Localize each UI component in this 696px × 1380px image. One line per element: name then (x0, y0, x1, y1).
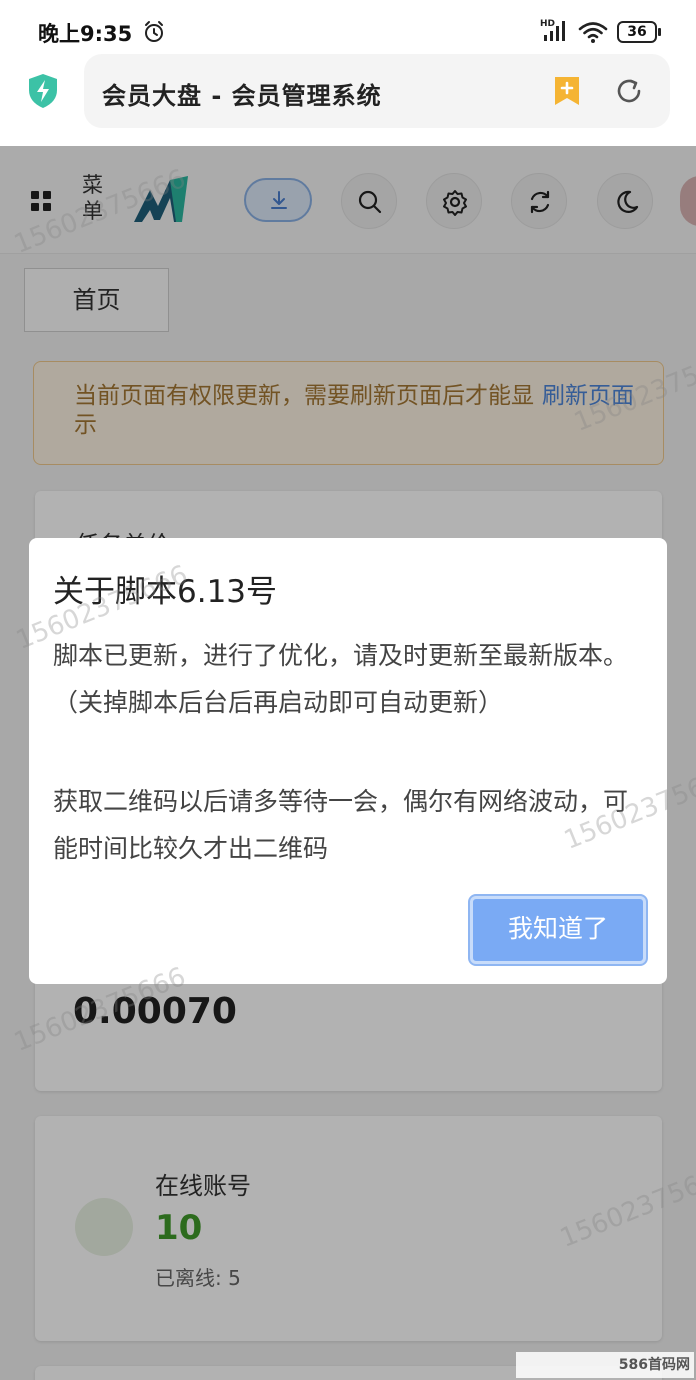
shield-icon[interactable] (26, 72, 60, 110)
confirm-button[interactable]: 我知道了 (470, 896, 646, 964)
battery-icon: 36 (617, 21, 661, 43)
page-title: 会员大盘 - 会员管理系统 (102, 82, 382, 110)
dialog-body: 脚本已更新，进行了优化，请及时更新至最新版本。（关掉脚本后台后再启动即可自动更新… (53, 632, 645, 872)
reload-icon[interactable] (614, 76, 644, 106)
wifi-icon (578, 22, 608, 43)
signal-icon: HD (540, 19, 570, 43)
dialog-paragraph-qrcode: 获取二维码以后请多等待一会，偶尔有网络波动，可能时间比较久才出二维码 (53, 787, 629, 863)
status-bar: 晚上9:35 HD 36 (0, 0, 696, 54)
alarm-icon (145, 21, 163, 42)
status-time: 晚上9:35 (38, 22, 133, 46)
site-watermark: 586首码网 www.h586.com (516, 1352, 694, 1378)
address-bar[interactable]: 会员大盘 - 会员管理系统 (84, 54, 670, 128)
bookmark-add-icon[interactable] (552, 74, 582, 108)
battery-level: 36 (617, 21, 657, 43)
browser-toolbar: 会员大盘 - 会员管理系统 (0, 54, 696, 146)
dialog-paragraph-update: 脚本已更新，进行了优化，请及时更新至最新版本。（关掉脚本后台后再启动即可自动更新… (53, 641, 629, 717)
